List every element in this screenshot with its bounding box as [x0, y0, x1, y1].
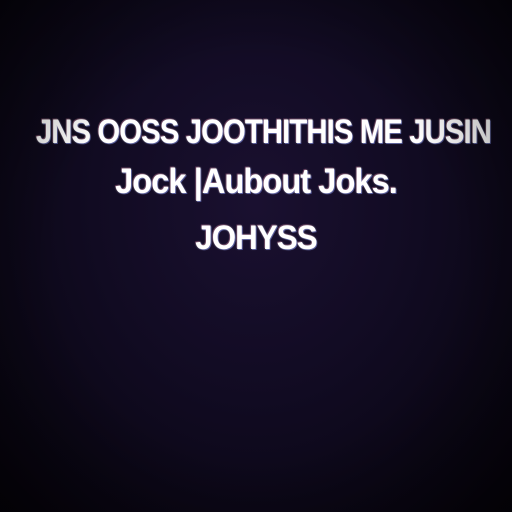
- text-line-2: Jock |Aubout Joks.: [115, 162, 398, 201]
- text-screen: JNS OOSS JOOTHITHIS ME JUSIN Jock |Aubou…: [0, 0, 512, 512]
- text-line-3: JOHYSS: [195, 219, 317, 257]
- text-line-1: JNS OOSS JOOTHITHIS ME JUSIN: [35, 113, 492, 151]
